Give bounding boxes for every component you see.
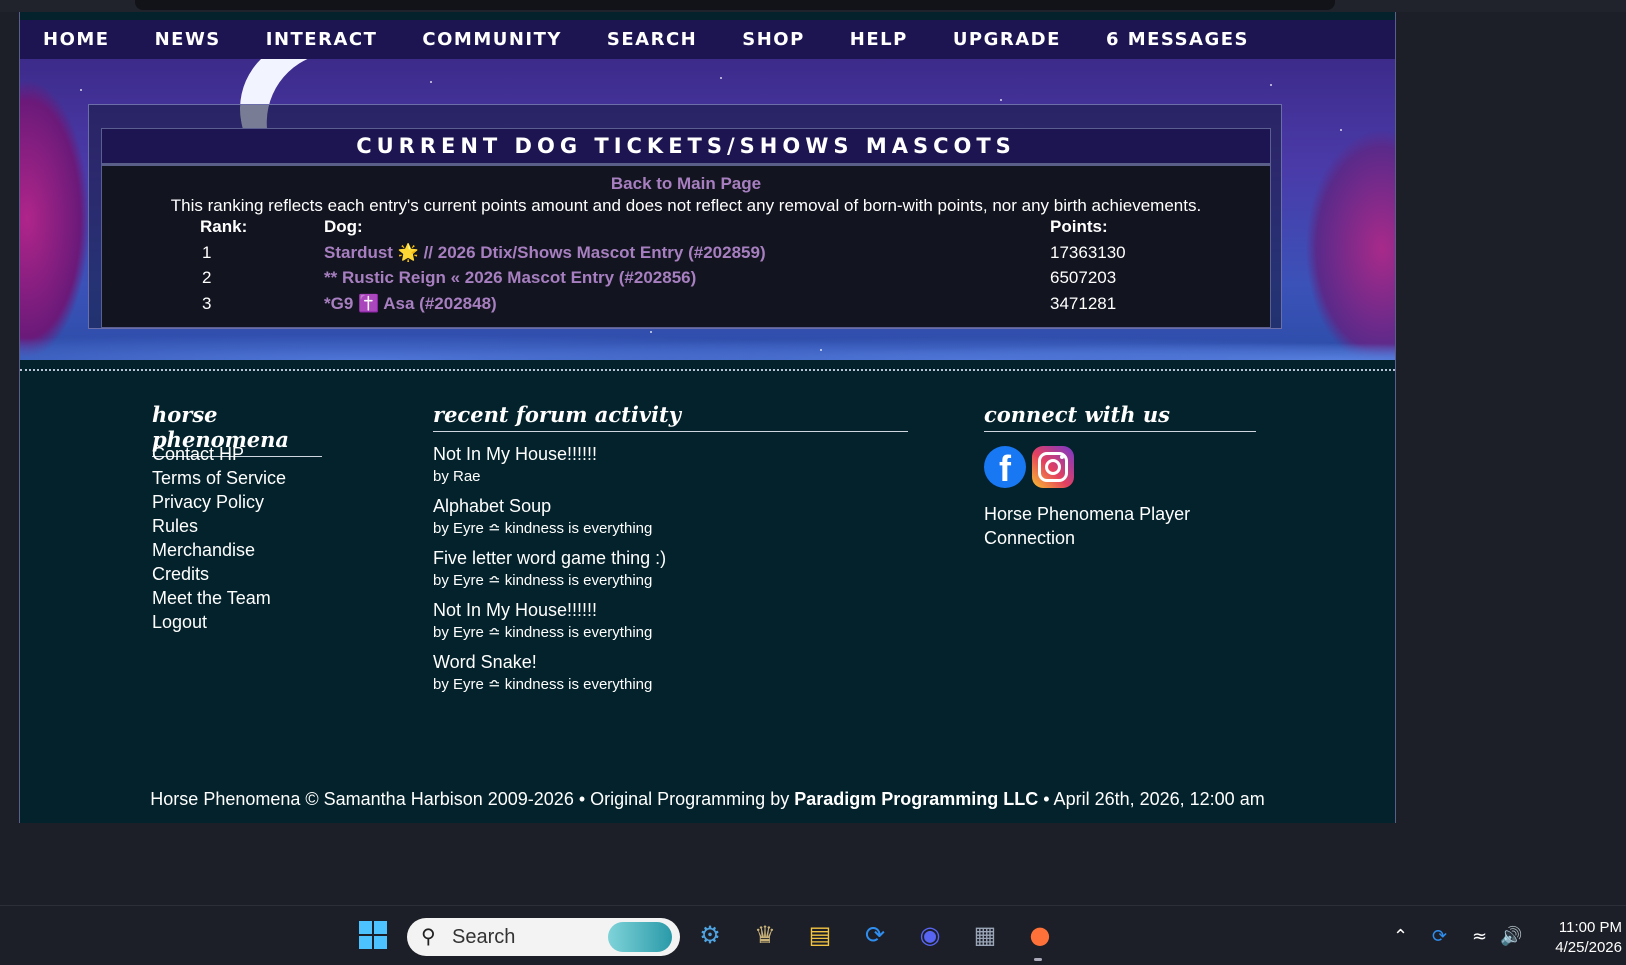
privacy-link[interactable]: Privacy Policy: [152, 490, 286, 514]
copyright-line: Horse Phenomena © Samantha Harbison 2009…: [20, 789, 1395, 810]
windows-taskbar: ⚲ Search ⚙ ♛ ▤ ⟳ ◉ ▦ ● ⌃ ⟳ ≈ 🔊 11:00 PM …: [0, 905, 1626, 965]
points-header: Points:: [1050, 217, 1108, 236]
steam-icon[interactable]: ⚙: [693, 918, 727, 952]
ranking-disclaimer: This ranking reflects each entry's curre…: [170, 196, 1202, 215]
copyright-text: Horse Phenomena © Samantha Harbison 2009…: [150, 789, 795, 809]
game-icon[interactable]: ♛: [748, 918, 782, 952]
meet-team-link[interactable]: Meet the Team: [152, 586, 286, 610]
taskbar-search-placeholder: Search: [452, 926, 516, 948]
list-item: Five letter word game thing :) by Eyre ≏…: [433, 546, 666, 592]
sync-app-icon[interactable]: ⟳: [858, 918, 892, 952]
merchandise-link[interactable]: Merchandise: [152, 538, 286, 562]
list-item: Alphabet Soup by Eyre ≏ kindness is ever…: [433, 494, 666, 540]
table-row: 1 Stardust 🌟 // 2026 Dtix/Shows Mascot E…: [102, 243, 1270, 269]
programming-credit-link[interactable]: Paradigm Programming LLC: [794, 789, 1038, 809]
forum-author: by Eyre ≏ kindness is everything: [433, 520, 653, 537]
volume-icon[interactable]: 🔊: [1500, 926, 1522, 947]
footer-divider: [20, 369, 1395, 371]
contact-link[interactable]: Contact HP: [152, 442, 286, 466]
forum-author: by Rae: [433, 468, 481, 485]
rank-cell: 3: [202, 293, 212, 313]
forum-thread-link[interactable]: Alphabet Soup: [433, 494, 666, 518]
list-item: Not In My House!!!!!! by Rae: [433, 442, 666, 488]
points-cell: 17363130: [1050, 242, 1126, 262]
dog-link[interactable]: Stardust 🌟 // 2026 Dtix/Shows Mascot Ent…: [324, 243, 766, 263]
terms-link[interactable]: Terms of Service: [152, 466, 286, 490]
copyright-date: • April 26th, 2026, 12:00 am: [1038, 789, 1265, 809]
credits-link[interactable]: Credits: [152, 562, 286, 586]
file-explorer-icon[interactable]: ▤: [803, 918, 837, 952]
active-app-indicator: [1034, 958, 1042, 961]
dog-link[interactable]: *G9 ✝️ Asa (#202848): [324, 294, 497, 314]
search-icon: ⚲: [421, 924, 436, 948]
points-cell: 3471281: [1050, 293, 1117, 313]
firefox-icon[interactable]: ●: [1023, 918, 1057, 952]
rank-cell: 1: [202, 242, 212, 262]
nav-interact[interactable]: INTERACT: [266, 29, 378, 50]
forum-author: by Eyre ≏ kindness is everything: [433, 624, 653, 641]
rank-header: Rank:: [200, 217, 248, 236]
browser-top-strip: [0, 0, 1626, 12]
ranking-title: CURRENT DOG TICKETS/SHOWS MASCOTS: [102, 129, 1270, 166]
forum-thread-link[interactable]: Word Snake!: [433, 650, 666, 674]
ranking-table: Rank: Dog: Points: 1 Stardust 🌟 // 2026 …: [102, 217, 1270, 319]
night-sky-banner: CURRENT DOG TICKETS/SHOWS MASCOTS Back t…: [20, 59, 1395, 360]
forum-author: by Eyre ≏ kindness is everything: [433, 572, 653, 589]
ranking-panel-inner: CURRENT DOG TICKETS/SHOWS MASCOTS Back t…: [101, 128, 1271, 328]
wifi-icon[interactable]: ≈: [1472, 926, 1487, 947]
points-cell: 6507203: [1050, 268, 1117, 287]
back-to-main-link[interactable]: Back to Main Page: [102, 174, 1270, 194]
clock-date: 4/25/2026: [1555, 939, 1622, 956]
list-item: Word Snake! by Eyre ≏ kindness is everyt…: [433, 650, 666, 696]
nav-community[interactable]: COMMUNITY: [422, 29, 562, 50]
chevron-up-icon[interactable]: ⌃: [1393, 926, 1408, 947]
forum-activity-list: Not In My House!!!!!! by Rae Alphabet So…: [433, 442, 666, 702]
forum-thread-link[interactable]: Not In My House!!!!!!: [433, 598, 666, 622]
forum-thread-link[interactable]: Not In My House!!!!!!: [433, 442, 666, 466]
footer-heading-forum: recent forum activity: [433, 402, 908, 432]
website-container: HOME NEWS INTERACT COMMUNITY SEARCH SHOP…: [19, 12, 1396, 823]
rules-link[interactable]: Rules: [152, 514, 286, 538]
sync-tray-icon[interactable]: ⟳: [1432, 926, 1447, 947]
nav-search[interactable]: SEARCH: [607, 29, 697, 50]
dog-link[interactable]: ** Rustic Reign « 2026 Mascot Entry (#20…: [324, 268, 696, 288]
browser-toolbar: [135, 0, 1335, 10]
system-clock[interactable]: 11:00 PM 4/25/2026: [1530, 918, 1622, 958]
facebook-icon[interactable]: f: [984, 446, 1026, 489]
footer-heading-connect: connect with us: [984, 402, 1256, 432]
nav-news[interactable]: NEWS: [155, 29, 221, 50]
list-item: Not In My House!!!!!! by Eyre ≏ kindness…: [433, 598, 666, 644]
rank-cell: 2: [202, 268, 212, 287]
logout-link[interactable]: Logout: [152, 610, 286, 634]
ranking-panel: CURRENT DOG TICKETS/SHOWS MASCOTS Back t…: [88, 104, 1282, 329]
banner-left-foliage: [20, 79, 90, 359]
social-links: f: [984, 446, 1074, 489]
footer-site-links: Contact HP Terms of Service Privacy Poli…: [152, 442, 286, 634]
windows-start-icon[interactable]: [356, 918, 390, 952]
ranking-header-row: Rank: Dog: Points:: [102, 217, 1270, 243]
forum-author: by Eyre ≏ kindness is everything: [433, 676, 653, 693]
nav-messages[interactable]: 6 MESSAGES: [1106, 29, 1249, 50]
clock-time: 11:00 PM: [1558, 919, 1622, 936]
forum-thread-link[interactable]: Five letter word game thing :): [433, 546, 666, 570]
instagram-icon[interactable]: [1032, 446, 1074, 488]
table-row: 3 *G9 ✝️ Asa (#202848) 3471281: [102, 294, 1270, 320]
main-nav: HOME NEWS INTERACT COMMUNITY SEARCH SHOP…: [20, 20, 1395, 59]
nav-upgrade[interactable]: UPGRADE: [953, 29, 1061, 50]
dog-header: Dog:: [324, 217, 363, 236]
nav-help[interactable]: HELP: [850, 29, 908, 50]
taskbar-search-input[interactable]: ⚲ Search: [407, 918, 680, 956]
discord-icon[interactable]: ◉: [913, 918, 947, 952]
table-row: 2 ** Rustic Reign « 2026 Mascot Entry (#…: [102, 268, 1270, 294]
calculator-icon[interactable]: ▦: [968, 918, 1002, 952]
player-connection-link[interactable]: Horse Phenomena Player Connection: [984, 502, 1244, 550]
nav-home[interactable]: HOME: [43, 29, 110, 50]
nav-shop[interactable]: SHOP: [742, 29, 805, 50]
search-highlight-decoration: [608, 922, 672, 952]
